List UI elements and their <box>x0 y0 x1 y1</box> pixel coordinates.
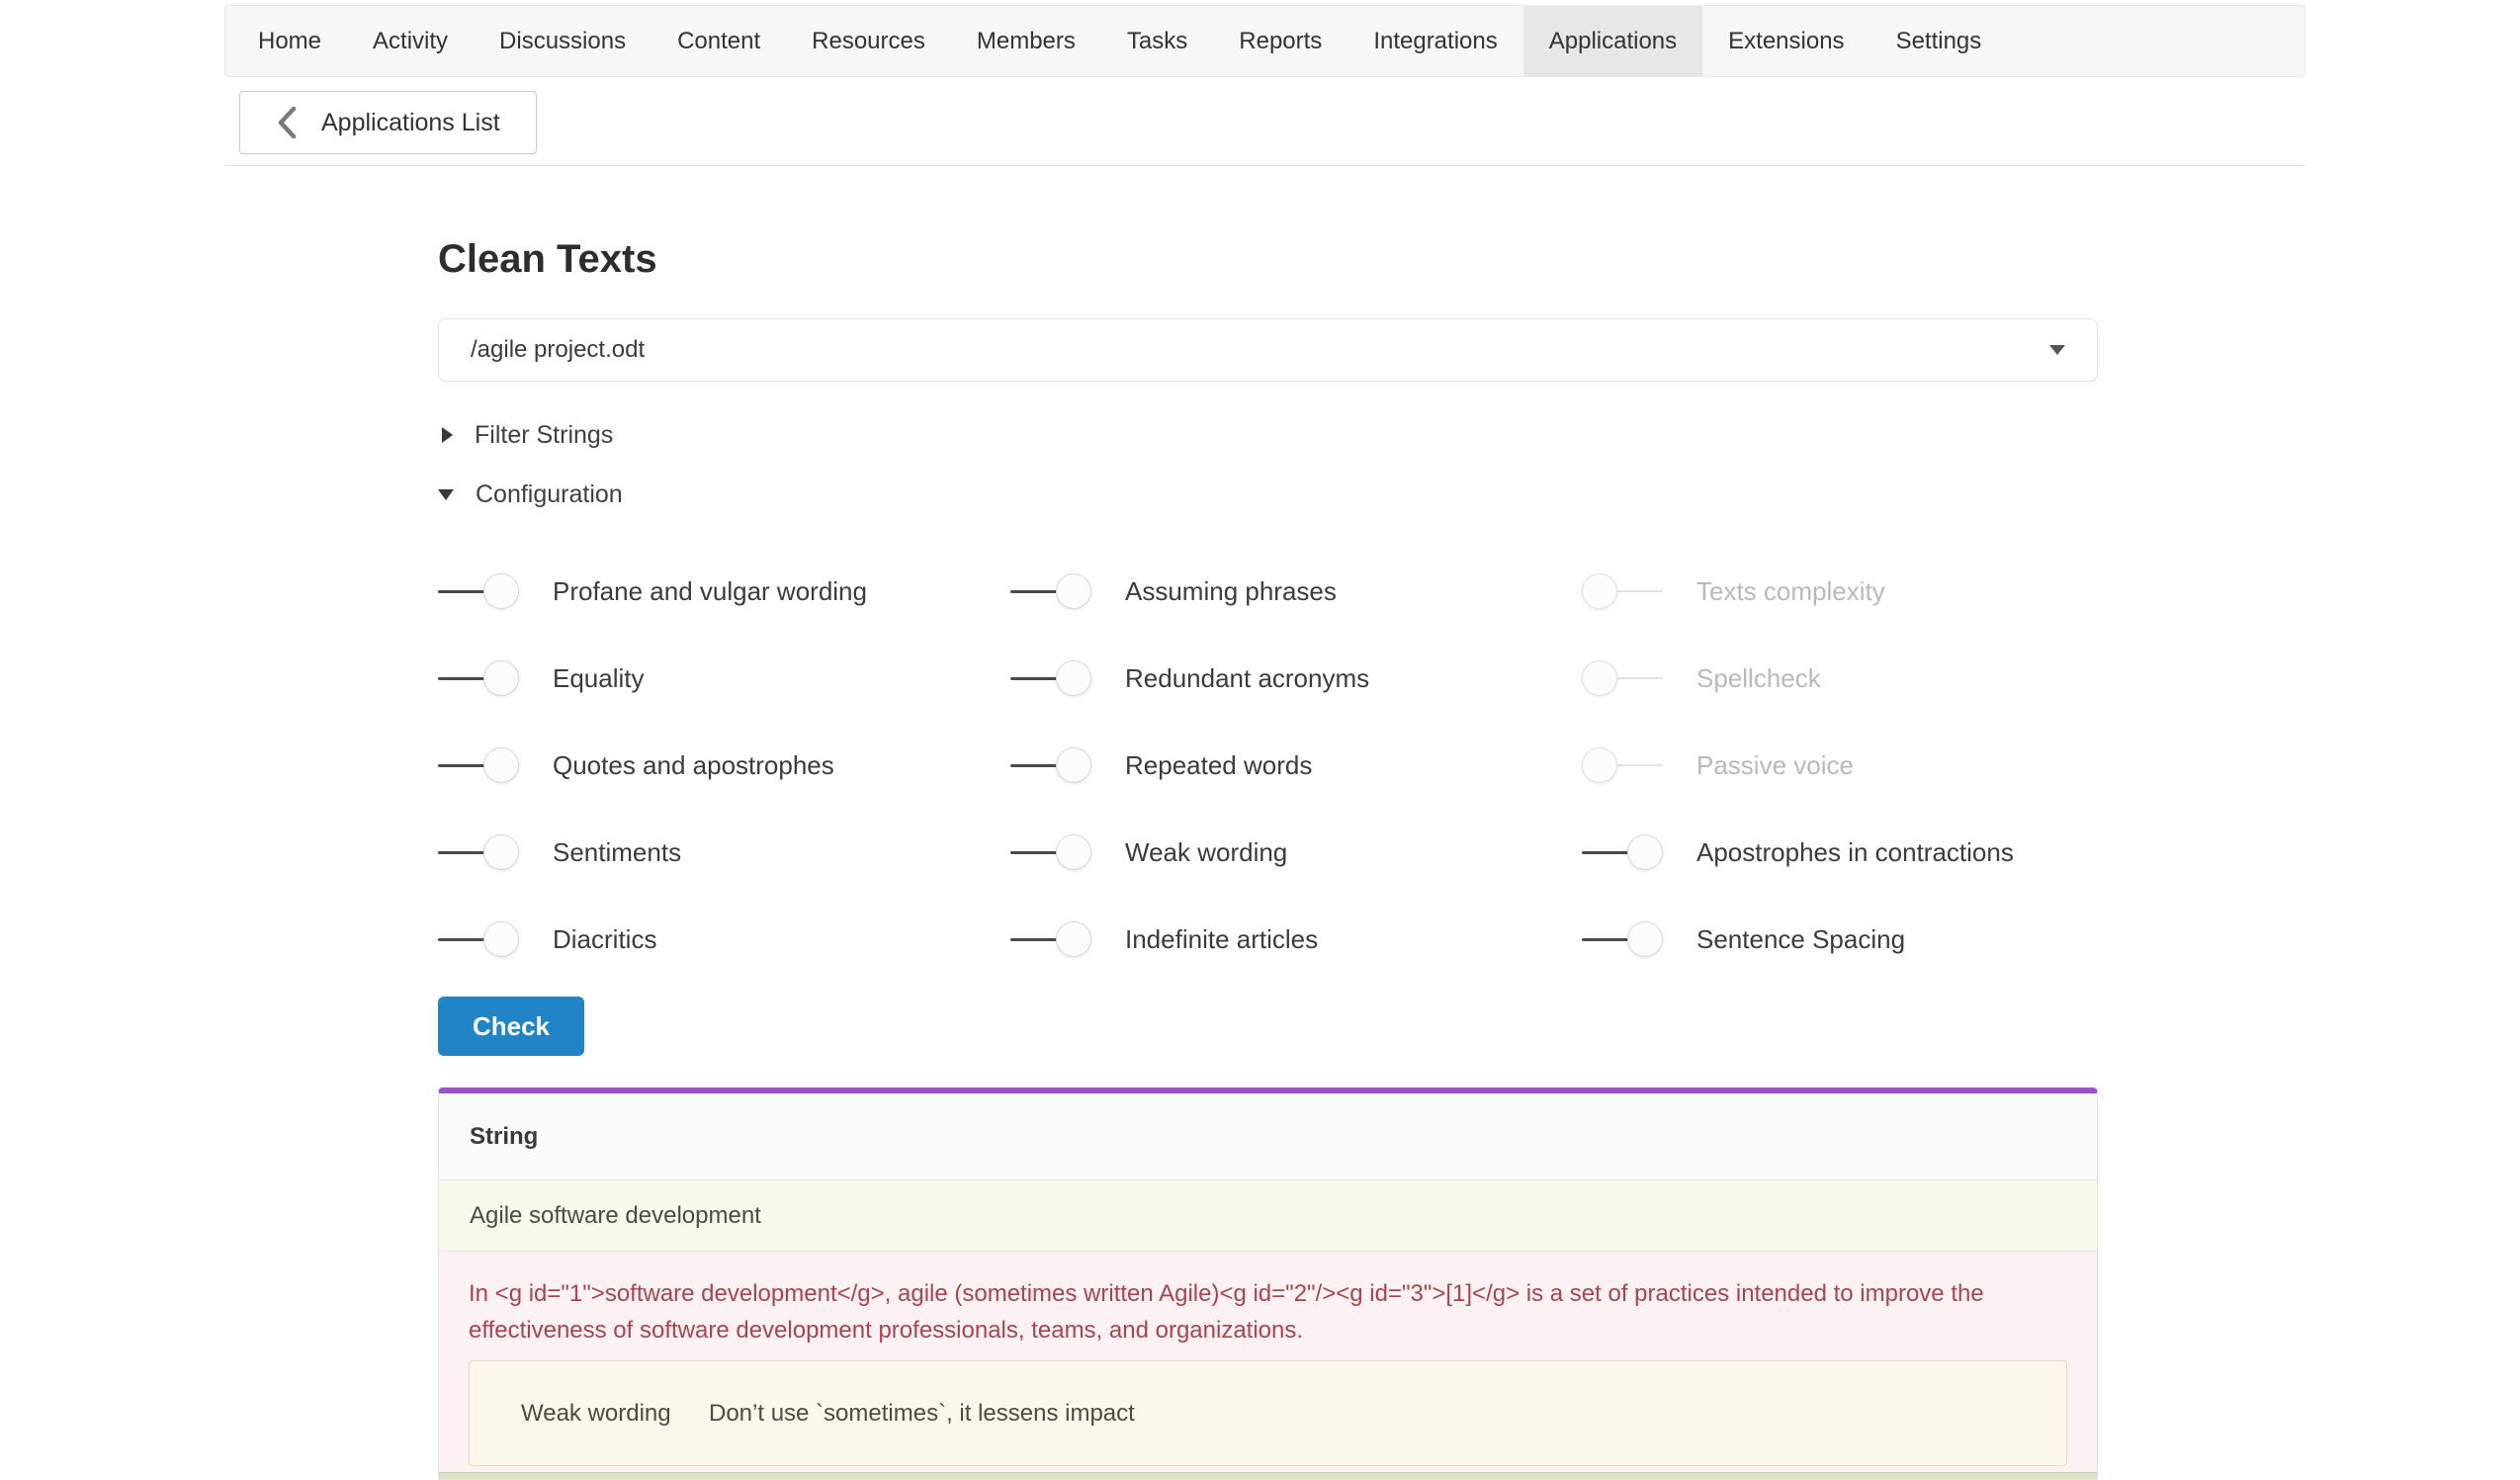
tab-reports[interactable]: Reports <box>1213 6 1347 76</box>
toggle-label: Equality <box>553 663 645 694</box>
tab-applications[interactable]: Applications <box>1523 6 1702 76</box>
toggle-switch[interactable] <box>1582 659 1663 697</box>
file-select[interactable]: /agile project.odt <box>438 318 2098 382</box>
toggle-label: Apostrophes in contractions <box>1696 837 2014 868</box>
back-button-label: Applications List <box>321 109 500 137</box>
tab-settings[interactable]: Settings <box>1870 6 2008 76</box>
toggle-switch[interactable] <box>438 572 519 610</box>
toggle-label: Sentiments <box>553 837 681 868</box>
toggle-indefinite-articles: Indefinite articles <box>1010 920 1582 958</box>
toggle-sentiments: Sentiments <box>438 833 1010 871</box>
toggle-switch[interactable] <box>1010 659 1091 697</box>
toggle-switch[interactable] <box>1582 746 1663 784</box>
chevron-down-icon <box>2049 345 2065 355</box>
toggle-label: Quotes and apostrophes <box>553 750 834 781</box>
toggle-repeated-words: Repeated words <box>1010 746 1582 784</box>
string-title: Agile software development <box>470 1202 761 1230</box>
triangle-down-icon <box>438 489 454 500</box>
tab-integrations[interactable]: Integrations <box>1347 6 1522 76</box>
tab-extensions[interactable]: Extensions <box>1702 6 1869 76</box>
toggle-texts-complexity: Texts complexity <box>1582 572 2098 610</box>
toggle-quotes-and-apostrophes: Quotes and apostrophes <box>438 746 1010 784</box>
toggle-label: Repeated words <box>1125 750 1312 781</box>
toggle-switch[interactable] <box>1010 833 1091 871</box>
string-source-text: In <g id="1">software development</g>, a… <box>469 1275 2067 1349</box>
tab-discussions[interactable]: Discussions <box>474 6 652 76</box>
toggle-switch[interactable] <box>1582 833 1663 871</box>
toggle-label: Texts complexity <box>1696 576 1885 607</box>
toggle-label: Diacritics <box>553 924 656 955</box>
toggle-label: Spellcheck <box>1696 663 1821 694</box>
toggle-switch[interactable] <box>1582 920 1663 958</box>
filter-strings-section-toggle[interactable]: Filter Strings <box>438 420 613 450</box>
tab-resources[interactable]: Resources <box>786 6 951 76</box>
toggle-switch[interactable] <box>438 833 519 871</box>
header-divider <box>224 165 2305 166</box>
toggle-sentence-spacing: Sentence Spacing <box>1582 920 2098 958</box>
toggle-label: Passive voice <box>1696 750 1854 781</box>
warning-type: Weak wording <box>521 1400 709 1428</box>
tab-members[interactable]: Members <box>951 6 1101 76</box>
next-warning-box-edge <box>439 1472 2097 1479</box>
toggle-label: Weak wording <box>1125 837 1287 868</box>
chevron-left-icon <box>276 106 298 139</box>
warning-message: Don’t use `sometimes`, it lessens impact <box>709 1400 1135 1428</box>
toggle-switch[interactable] <box>1010 572 1091 610</box>
toggle-diacritics: Diacritics <box>438 920 1010 958</box>
toggle-switch[interactable] <box>1010 920 1091 958</box>
toggle-switch[interactable] <box>438 746 519 784</box>
warning-box: Weak wording Don’t use `sometimes`, it l… <box>469 1360 2067 1466</box>
string-detail: In <g id="1">software development</g>, a… <box>439 1252 2097 1472</box>
configuration-section-toggle[interactable]: Configuration <box>438 479 623 509</box>
tab-tasks[interactable]: Tasks <box>1101 6 1213 76</box>
toggle-label: Indefinite articles <box>1125 924 1318 955</box>
results-header-label: String <box>470 1123 538 1151</box>
toggle-label: Profane and vulgar wording <box>553 576 867 607</box>
configuration-toggle-grid: Profane and vulgar wording Assuming phra… <box>438 548 2098 983</box>
top-navigation: Home Activity Discussions Content Resour… <box>224 5 2305 77</box>
toggle-passive-voice: Passive voice <box>1582 746 2098 784</box>
applications-list-back-button[interactable]: Applications List <box>239 91 537 154</box>
page-title: Clean Texts <box>438 235 2098 283</box>
toggle-label: Redundant acronyms <box>1125 663 1369 694</box>
toggle-assuming-phrases: Assuming phrases <box>1010 572 1582 610</box>
check-button[interactable]: Check <box>438 997 584 1056</box>
toggle-apostrophes-in-contractions: Apostrophes in contractions <box>1582 833 2098 871</box>
results-header: String <box>439 1093 2097 1180</box>
toggle-switch[interactable] <box>438 920 519 958</box>
tab-home[interactable]: Home <box>232 6 347 76</box>
tab-content[interactable]: Content <box>652 6 786 76</box>
toggle-spellcheck: Spellcheck <box>1582 659 2098 697</box>
main-content: Clean Texts /agile project.odt Filter St… <box>438 235 2098 1480</box>
toggle-label: Sentence Spacing <box>1696 924 1905 955</box>
configuration-label: Configuration <box>476 480 623 509</box>
file-select-value: /agile project.odt <box>471 336 645 364</box>
toggle-equality: Equality <box>438 659 1010 697</box>
toggle-weak-wording: Weak wording <box>1010 833 1582 871</box>
string-row: Agile software development <box>439 1180 2097 1252</box>
toggle-switch[interactable] <box>1010 746 1091 784</box>
toggle-redundant-acronyms: Redundant acronyms <box>1010 659 1582 697</box>
results-panel: String Agile software development In <g … <box>438 1088 2098 1480</box>
triangle-right-icon <box>442 427 453 443</box>
toggle-profane-and-vulgar-wording: Profane and vulgar wording <box>438 572 1010 610</box>
toggle-switch[interactable] <box>1582 572 1663 610</box>
toggle-label: Assuming phrases <box>1125 576 1337 607</box>
toggle-switch[interactable] <box>438 659 519 697</box>
tab-activity[interactable]: Activity <box>347 6 474 76</box>
filter-strings-label: Filter Strings <box>475 421 613 450</box>
